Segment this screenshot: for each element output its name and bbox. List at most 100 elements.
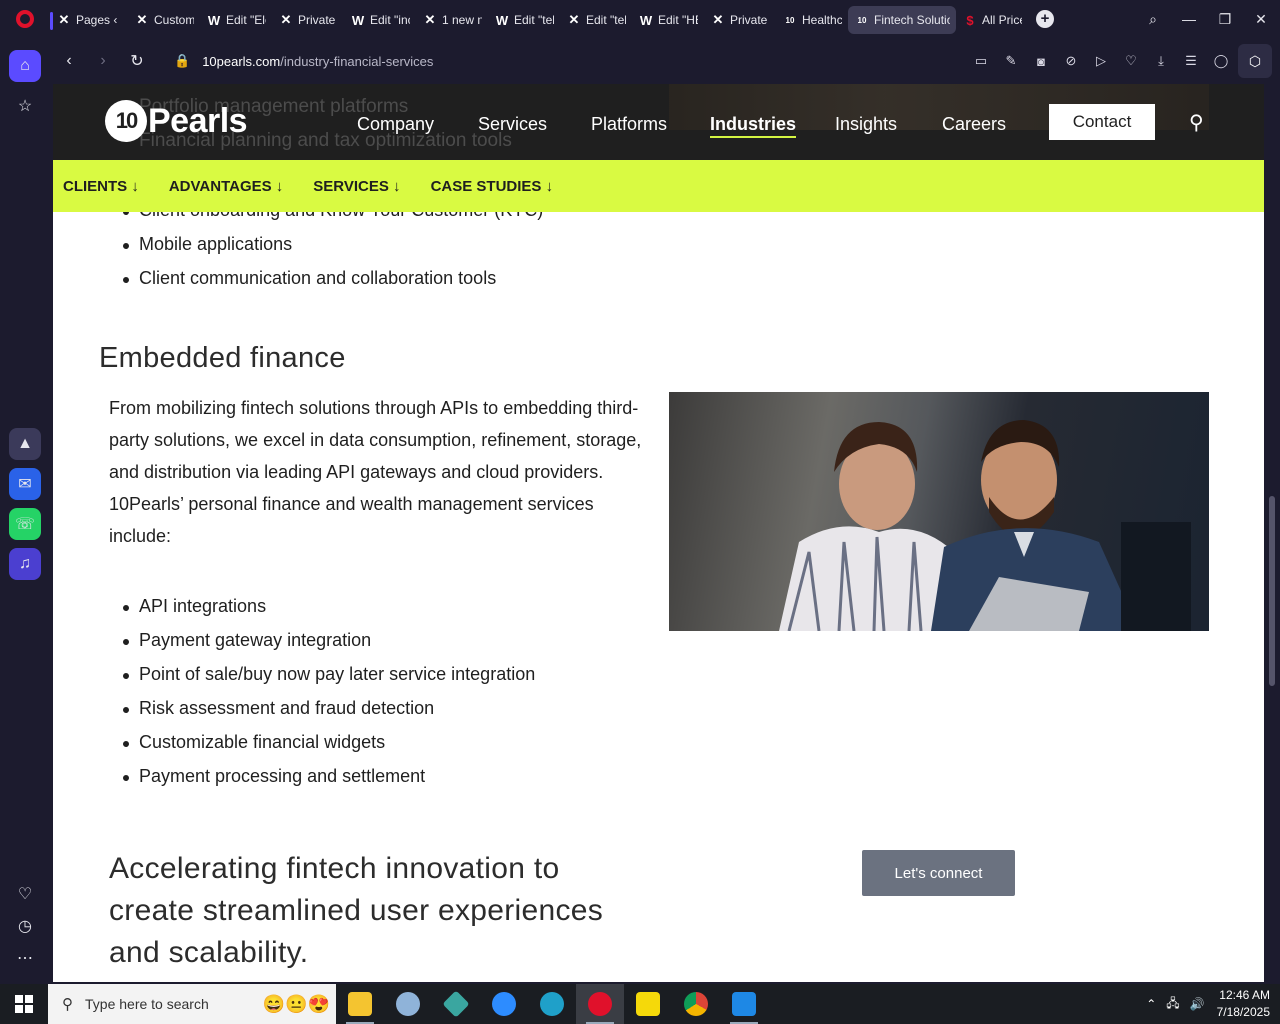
subnav-services[interactable]: SERVICES ↓ — [313, 178, 400, 195]
tenpearls-icon: 10 — [785, 15, 795, 25]
tab-label: Edit "tel — [586, 13, 626, 27]
tab-label: Edit "inc — [370, 13, 410, 27]
browser-tab[interactable]: ✕ Private — [704, 6, 776, 34]
chevron-up-icon[interactable]: ⌃ — [1146, 997, 1156, 1011]
nav-services[interactable]: Services — [478, 114, 547, 135]
opera-menu-button[interactable] — [0, 0, 50, 38]
profile-icon[interactable]: ◯ — [1206, 53, 1236, 69]
reload-button[interactable]: ↻ — [120, 44, 154, 78]
whatsapp-icon[interactable]: ☏ — [9, 508, 41, 540]
start-button[interactable] — [0, 984, 48, 1024]
edge-icon[interactable] — [528, 984, 576, 1024]
download-icon[interactable]: ⤓ — [1146, 53, 1176, 69]
chrome-icon[interactable] — [672, 984, 720, 1024]
vscode-icon[interactable] — [720, 984, 768, 1024]
clock[interactable]: 12:46 AM 7/18/2025 — [1217, 987, 1270, 1021]
opera-logo-icon — [16, 10, 34, 28]
lets-connect-button[interactable]: Let's connect — [862, 850, 1015, 896]
scrollbar-thumb[interactable] — [1269, 496, 1275, 686]
camera-icon[interactable]: ◙ — [1026, 54, 1056, 69]
nav-platforms[interactable]: Platforms — [591, 114, 667, 135]
page-viewport: Client onboarding and Know Your Customer… — [53, 84, 1264, 982]
browser-tab[interactable]: $ All Price — [956, 6, 1028, 34]
browser-tab[interactable]: W Edit "Ele — [200, 6, 272, 34]
browser-tab[interactable]: ✕ Custom — [128, 6, 200, 34]
site-logo[interactable]: 10 Pearls — [105, 100, 248, 142]
browser-tab[interactable]: 10 Healthc — [776, 6, 848, 34]
sticky-notes-icon[interactable] — [624, 984, 672, 1024]
home-icon[interactable]: ⌂ — [9, 50, 41, 82]
search-icon[interactable]: ⚲ — [1189, 110, 1204, 135]
browser-tab[interactable]: W Edit "HE — [632, 6, 704, 34]
url-field[interactable]: 🔒 10pearls.com/industry-financial-servic… — [174, 53, 433, 69]
subnav-advantages[interactable]: ADVANTAGES ↓ — [169, 178, 283, 195]
tab-bar: ✕ Pages ‹ ✕ Custom W Edit "Ele ✕ Private W Edit "… — [0, 0, 1280, 38]
nav-company[interactable]: Company — [357, 114, 434, 135]
music-player-icon[interactable]: ♫ — [9, 548, 41, 580]
wp-icon: W — [351, 12, 365, 28]
opera-sidebar: ⌂ ☆ ▲ ✉ ☏ ♫ ♡ ◷ ⋯ — [0, 38, 50, 982]
taskbar-search[interactable]: ⚲ Type here to search 😄😐😍 — [48, 984, 336, 1024]
network-icon[interactable]: 🖧 — [1166, 994, 1179, 1015]
app-icon[interactable] — [432, 984, 480, 1024]
aria-icon[interactable]: ▲ — [9, 428, 41, 460]
minimize-button[interactable]: — — [1171, 0, 1207, 38]
section-title: Embedded finance — [99, 342, 346, 374]
back-button[interactable]: ‹ — [52, 44, 86, 78]
restore-button[interactable]: ❐ — [1207, 0, 1243, 38]
tab-label: Fintech Solutio — [874, 13, 950, 27]
list-item: Payment processing and settlement — [122, 766, 426, 786]
tab-label: Private — [298, 13, 336, 27]
nav-industries[interactable]: Industries — [710, 114, 797, 138]
browser-tab[interactable]: ✕ Private — [272, 6, 344, 34]
wp-icon: W — [495, 12, 509, 28]
page-scrollbar[interactable] — [1266, 84, 1278, 982]
wp-icon: W — [639, 12, 653, 28]
easy-setup-icon[interactable]: ☰ — [1176, 53, 1206, 69]
browser-tab[interactable]: ✕ Edit "tel — [560, 6, 632, 34]
browser-tab[interactable]: 10 Fintech Solutio — [848, 6, 956, 34]
emoji-search-highlight-icon: 😄😐😍 — [262, 993, 330, 1014]
tab-search-icon[interactable]: ⌕ — [1135, 0, 1171, 38]
heart-icon[interactable]: ♡ — [9, 878, 41, 910]
extensions-icon[interactable]: ⬡ — [1238, 44, 1272, 78]
subnav-clients[interactable]: CLIENTS ↓ — [63, 178, 139, 195]
logo-mark: 10 — [105, 100, 147, 142]
windows-taskbar: ⚲ Type here to search 😄😐😍 ⌃ 🖧 🔊 12:46 AM… — [0, 984, 1280, 1024]
star-icon[interactable]: ☆ — [9, 90, 41, 122]
tab-label: Edit "Ele — [226, 13, 266, 27]
forward-button[interactable]: › — [86, 44, 120, 78]
more-icon[interactable]: ⋯ — [9, 942, 41, 974]
search-icon: ⚲ — [62, 996, 73, 1013]
pricing-icon: $ — [966, 12, 974, 28]
tab-label: Pages ‹ — [76, 13, 118, 27]
nav-insights[interactable]: Insights — [835, 114, 897, 135]
paint-icon[interactable] — [384, 984, 432, 1024]
heart-icon[interactable]: ♡ — [1116, 53, 1146, 69]
opera-icon[interactable] — [576, 984, 624, 1024]
tab-label: All Price — [982, 13, 1022, 27]
file-explorer-icon[interactable] — [336, 984, 384, 1024]
zoom-icon[interactable] — [480, 984, 528, 1024]
contact-button[interactable]: Contact — [1049, 104, 1155, 140]
history-icon[interactable]: ◷ — [9, 910, 41, 942]
browser-tab[interactable]: ✕ 1 new n — [416, 6, 488, 34]
logo-word: Pearls — [148, 101, 248, 140]
close-window-button[interactable]: ✕ — [1243, 0, 1279, 38]
browser-tab[interactable]: W Edit "tel — [488, 6, 560, 34]
edit-icon[interactable]: ✎ — [996, 53, 1026, 69]
volume-icon[interactable]: 🔊 — [1190, 997, 1205, 1011]
browser-tab[interactable]: ✕ Pages ‹ — [50, 6, 128, 34]
subnav-case-studies[interactable]: CASE STUDIES ↓ — [431, 178, 554, 195]
new-tab-button[interactable]: + — [1036, 10, 1054, 28]
x-logo-icon: ✕ — [568, 12, 580, 27]
windows-logo-icon — [15, 995, 33, 1013]
reader-icon[interactable]: ▭ — [966, 53, 996, 69]
player-icon[interactable]: ▷ — [1086, 53, 1116, 69]
messenger-icon[interactable]: ✉ — [9, 468, 41, 500]
x-logo-icon: ✕ — [280, 12, 292, 27]
adblock-icon[interactable]: ⊘ — [1056, 53, 1086, 69]
tab-label: Edit "HE — [658, 13, 698, 27]
browser-tab[interactable]: W Edit "inc — [344, 6, 416, 34]
nav-careers[interactable]: Careers — [942, 114, 1006, 135]
